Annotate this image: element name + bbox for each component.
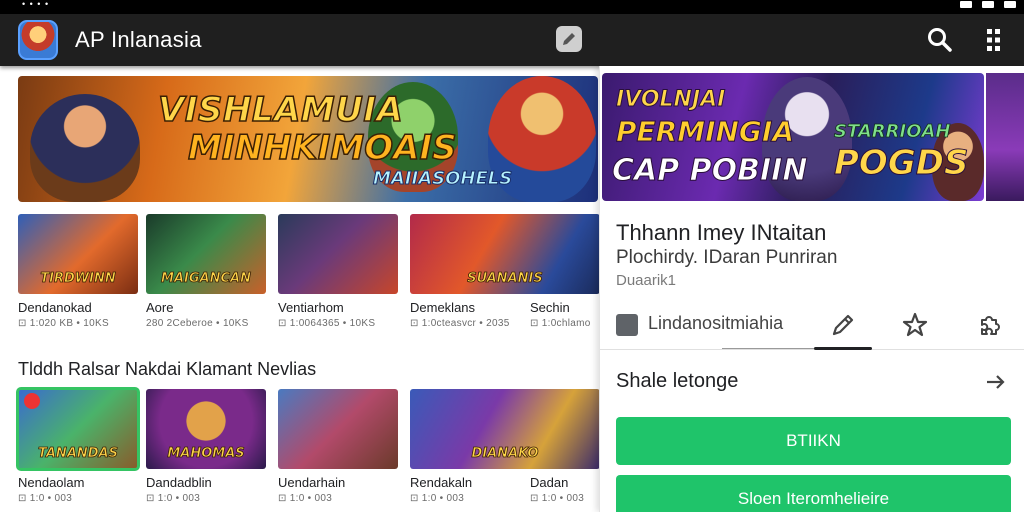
app-card[interactable]: Dadan ⊡ 1:0 • 003 xyxy=(530,389,600,504)
app-card[interactable]: Sechin ⊡ 1:0chlamo xyxy=(530,214,600,329)
app-logo-icon[interactable] xyxy=(18,20,58,60)
arrow-right-icon[interactable] xyxy=(984,370,1008,394)
banner-character-left xyxy=(30,94,140,202)
app-row-1: TIRDWINN Dendanokad ⊡ 1:020 KB • 10KS MA… xyxy=(18,214,600,344)
app-name: Aore xyxy=(146,300,174,315)
app-name: Nendaolam xyxy=(18,475,85,490)
app-name: Uendarhain xyxy=(278,475,346,490)
app-name: Sechin xyxy=(530,300,570,315)
app-meta: ⊡ 1:0chlamo xyxy=(530,318,591,329)
panel-banner-line2: PERMINGIA xyxy=(616,115,795,149)
app-card[interactable]: MAIGANCAN Aore 280 2Ceberoe • 10KS xyxy=(146,214,266,329)
more-vert-icon[interactable] xyxy=(980,26,1006,54)
signal-icon xyxy=(960,0,972,8)
app-name: Ventiarhom xyxy=(278,300,344,315)
battery-icon xyxy=(1004,0,1016,8)
app-meta: ⊡ 1:0 • 003 xyxy=(278,493,333,504)
panel-app-subtitle: Plochirdy. IDaran Punriran xyxy=(616,247,838,268)
app-card[interactable]: MAHOMAS Dandadblin ⊡ 1:0 • 003 xyxy=(146,389,266,504)
app-row-2: TANANDAS Nendaolam ⊡ 1:0 • 003 MAHOMAS D… xyxy=(16,387,600,512)
panel-banner-line1: IVOLNJAI xyxy=(615,87,726,113)
pencil-icon[interactable] xyxy=(828,310,858,340)
app-thumbnail[interactable] xyxy=(278,214,398,294)
share-row-label[interactable]: Shale letonge xyxy=(616,370,738,393)
tab-divider xyxy=(722,348,814,349)
banner-title-line1: VISHLAMUIA xyxy=(157,89,404,131)
app-meta: ⊡ 1:0 • 003 xyxy=(146,493,201,504)
panel-banner-line4: STARRIOAH xyxy=(834,121,951,143)
app-meta: ⊡ 1:0064365 • 10KS xyxy=(278,318,376,329)
secondary-action-button[interactable]: Sloen Iteromhelieire xyxy=(616,475,1011,512)
panel-tab-bar: Lindanositmiahia xyxy=(600,300,1024,350)
wifi-icon xyxy=(982,0,994,8)
panel-banner-line3: CAP POBIIN xyxy=(611,153,808,189)
app-thumbnail[interactable]: MAHOMAS xyxy=(146,389,266,469)
panel-banner-edge xyxy=(986,73,1024,201)
app-thumbnail[interactable]: TIRDWINN xyxy=(18,214,138,294)
app-name: Dendanokad xyxy=(18,300,92,315)
app-card[interactable]: Ventiarhom ⊡ 1:0064365 • 10KS xyxy=(278,214,398,329)
panel-banner[interactable]: IVOLNJAI PERMINGIA CAP POBIIN STARRIOAH … xyxy=(602,73,984,201)
app-card[interactable]: TANANDAS Nendaolam ⊡ 1:0 • 003 xyxy=(16,387,140,504)
app-meta: 280 2Ceberoe • 10KS xyxy=(146,318,249,329)
panel-developer[interactable]: Duaarik1 xyxy=(616,272,676,289)
edit-icon[interactable] xyxy=(556,26,582,52)
panel-banner-line5: POGDS xyxy=(833,143,969,184)
app-detail-panel: IVOLNJAI PERMINGIA CAP POBIIN STARRIOAH … xyxy=(599,66,1024,512)
active-tab-indicator xyxy=(814,347,872,350)
install-button[interactable]: BTIIKN xyxy=(616,417,1011,465)
status-notifications: • • • • xyxy=(22,0,50,9)
thumbnail-title: MAHOMAS xyxy=(167,446,245,461)
app-meta: ⊡ 1:0 • 003 xyxy=(18,493,73,504)
featured-banner[interactable]: VISHLAMUIA MINHKIMOAIS MAIIASOHELS xyxy=(18,76,598,202)
thumbnail-title: TIRDWINN xyxy=(40,271,116,286)
puzzle-icon[interactable] xyxy=(974,310,1004,340)
section-title: Tlddh Ralsar Nakdai Klamant Nevlias xyxy=(18,359,317,379)
thumbnail-title: TANANDAS xyxy=(38,446,119,461)
app-title: AP Inlanasia xyxy=(75,27,202,52)
app-meta: ⊡ 1:0 • 003 xyxy=(530,493,585,504)
search-icon[interactable] xyxy=(926,26,954,54)
main-content: VISHLAMUIA MINHKIMOAIS MAIIASOHELS TIRDW… xyxy=(0,66,600,512)
tab-label[interactable]: Lindanositmiahia xyxy=(648,313,783,334)
star-icon[interactable] xyxy=(900,310,930,340)
app-thumbnail[interactable]: TANANDAS xyxy=(16,387,140,471)
app-thumbnail[interactable]: MAIGANCAN xyxy=(146,214,266,294)
app-card[interactable]: TIRDWINN Dendanokad ⊡ 1:020 KB • 10KS xyxy=(18,214,138,329)
app-name: Dandadblin xyxy=(146,475,212,490)
app-thumbnail[interactable] xyxy=(278,389,398,469)
app-meta: ⊡ 1:020 KB • 10KS xyxy=(18,318,109,329)
thumbnail-title: MAIGANCAN xyxy=(161,271,252,286)
banner-title-line2: MINHKIMOAIS xyxy=(187,127,457,169)
app-name: Dadan xyxy=(530,475,569,490)
status-bar: • • • • xyxy=(0,0,1024,14)
banner-badge-text: MAIIASOHELS xyxy=(372,168,513,190)
panel-app-title: Thhann Imey INtaitan xyxy=(616,220,827,245)
badge-icon xyxy=(24,393,40,409)
calendar-icon xyxy=(616,314,638,336)
app-bar: AP Inlanasia xyxy=(0,14,1024,66)
app-card[interactable]: Uendarhain ⊡ 1:0 • 003 xyxy=(278,389,398,504)
